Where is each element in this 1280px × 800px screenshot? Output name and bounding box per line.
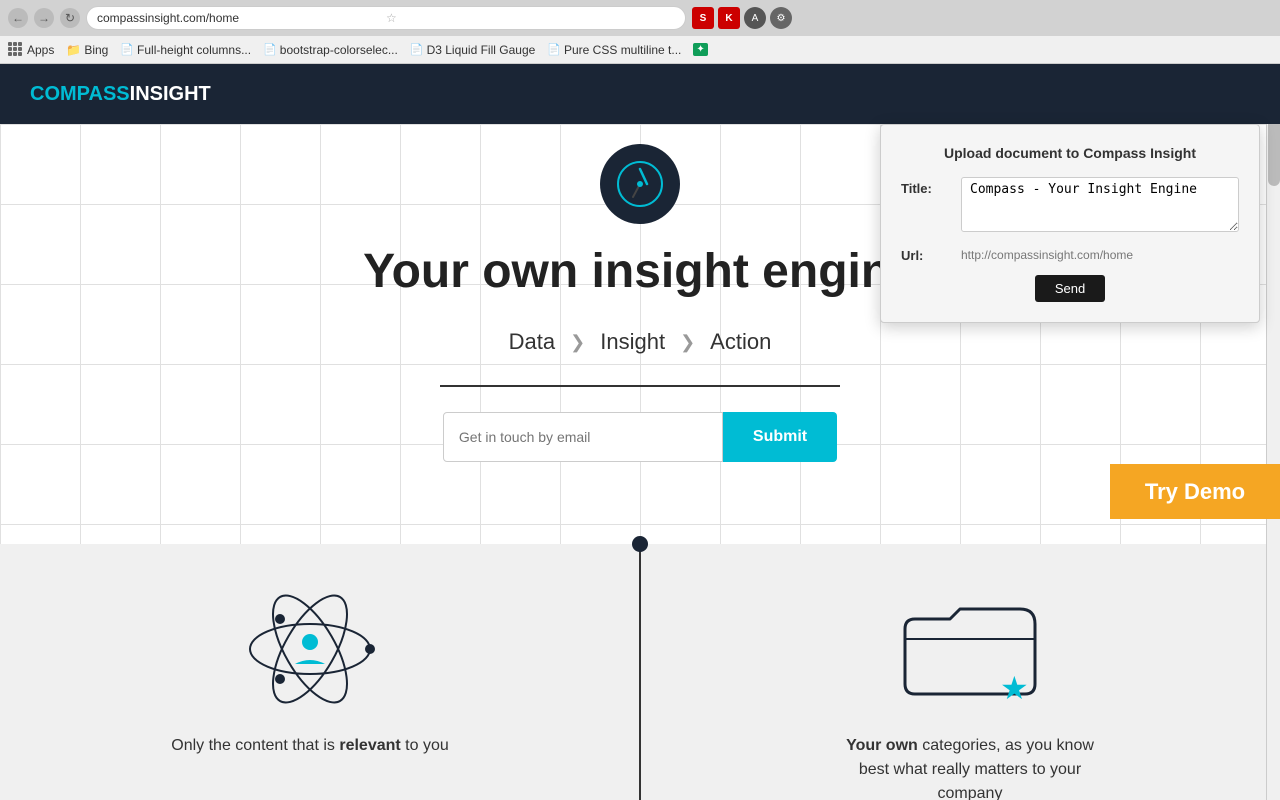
bookmark-icon-2: 📄 [263,43,277,56]
upload-popup: Upload document to Compass Insight Title… [880,124,1260,323]
bookmark-bootstrap[interactable]: 📄 bootstrap-colorselec... [263,43,398,57]
bing-label: Bing [84,43,108,57]
card1-bold: relevant [339,737,400,754]
bookmark-icon-3: 📄 [410,43,424,56]
flow-action: Action [710,329,771,355]
hero-title: Your own insight engine [363,244,917,299]
bookmark-d3[interactable]: 📄 D3 Liquid Fill Gauge [410,43,535,57]
bookmarks-bar: Apps 📁 Bing 📄 Full-height columns... 📄 b… [0,36,1280,64]
logo-compass: COMPASS [30,83,130,105]
card-folder: ★ Your own categories, as you know best … [830,584,1110,800]
popup-url-label: Url: [901,244,951,263]
bookmark-bing[interactable]: 📁 Bing [66,43,108,57]
browser-toolbar: ← → ↻ compassinsight.com/home ☆ S K A ⚙ [0,0,1280,36]
popup-title: Upload document to Compass Insight [901,145,1239,161]
pure-css-label: Pure CSS multiline t... [564,43,681,57]
ext-icon-2[interactable]: K [718,7,740,29]
scrollbar-track[interactable] [1266,64,1280,800]
bookmark-icon-4: 📄 [547,43,561,56]
atom-icon [230,584,390,714]
hero-flow: Data ❯ Insight ❯ Action [509,329,772,355]
apps-label: Apps [27,43,54,57]
popup-title-label: Title: [901,177,951,196]
star-icon: ☆ [386,11,675,25]
card2-text: Your own categories, as you know best wh… [830,734,1110,800]
bookmark-pure-css[interactable]: 📄 Pure CSS multiline t... [547,43,681,57]
apps-icon [8,42,24,58]
address-bar[interactable]: compassinsight.com/home ☆ [86,6,686,30]
address-text: compassinsight.com/home [97,11,386,25]
card2-bold: Your own [846,737,918,754]
flow-divider [440,385,840,387]
card-atom: Only the content that is relevant to you [170,584,450,800]
ext-icon-4[interactable]: ⚙ [770,7,792,29]
card1-text: Only the content that is relevant to you [171,734,449,758]
bookmark-sheets[interactable]: ✦ [693,43,707,56]
popup-send-button[interactable]: Send [1035,275,1105,302]
popup-url-field: Url: http://compassinsight.com/home [901,244,1239,263]
submit-button[interactable]: Submit [723,412,837,462]
bootstrap-label: bootstrap-colorselec... [280,43,398,57]
sheets-icon: ✦ [693,43,707,56]
bookmark-apps[interactable]: Apps [8,42,54,58]
logo-insight: INSIGHT [130,83,211,105]
site-logo: COMPASSINSIGHT [30,83,211,106]
card1-suffix: to you [401,737,449,754]
popup-title-input[interactable]: Compass - Your Insight Engine [961,177,1239,232]
back-button[interactable]: ← [8,8,28,28]
atom-svg [235,584,385,714]
flow-insight: Insight [600,329,665,355]
card1-prefix: Only the content that is [171,737,339,754]
email-form: Submit [443,412,837,462]
browser-extensions: S K A ⚙ [692,7,792,29]
bookmark-full-height[interactable]: 📄 Full-height columns... [120,43,251,57]
timeline-line [639,544,641,800]
email-input[interactable] [443,412,723,462]
forward-button[interactable]: → [34,8,54,28]
site-nav: COMPASSINSIGHT [0,64,1280,124]
full-height-label: Full-height columns... [137,43,251,57]
bookmark-icon-1: 📄 [120,43,134,56]
folder-svg: ★ [890,584,1050,714]
svg-text:★: ★ [1000,670,1029,706]
ext-icon-3[interactable]: A [744,7,766,29]
popup-title-field: Title: Compass - Your Insight Engine [901,177,1239,232]
compass-gauge-icon [615,159,665,209]
ext-icon-1[interactable]: S [692,7,714,29]
flow-arrow-2: ❯ [680,332,695,353]
page-content: COMPASSINSIGHT Your own insight engine D… [0,64,1280,800]
flow-arrow-1: ❯ [570,332,585,353]
lower-section: Only the content that is relevant to you… [0,544,1280,800]
popup-url-value: http://compassinsight.com/home [961,244,1239,262]
try-demo-button[interactable]: Try Demo [1110,464,1280,519]
flow-data: Data [509,329,555,355]
refresh-button[interactable]: ↻ [60,8,80,28]
timeline-dot-top [632,536,648,552]
bing-icon: 📁 [66,43,81,57]
d3-label: D3 Liquid Fill Gauge [427,43,536,57]
compass-logo-circle [600,144,680,224]
folder-icon: ★ [890,584,1050,714]
